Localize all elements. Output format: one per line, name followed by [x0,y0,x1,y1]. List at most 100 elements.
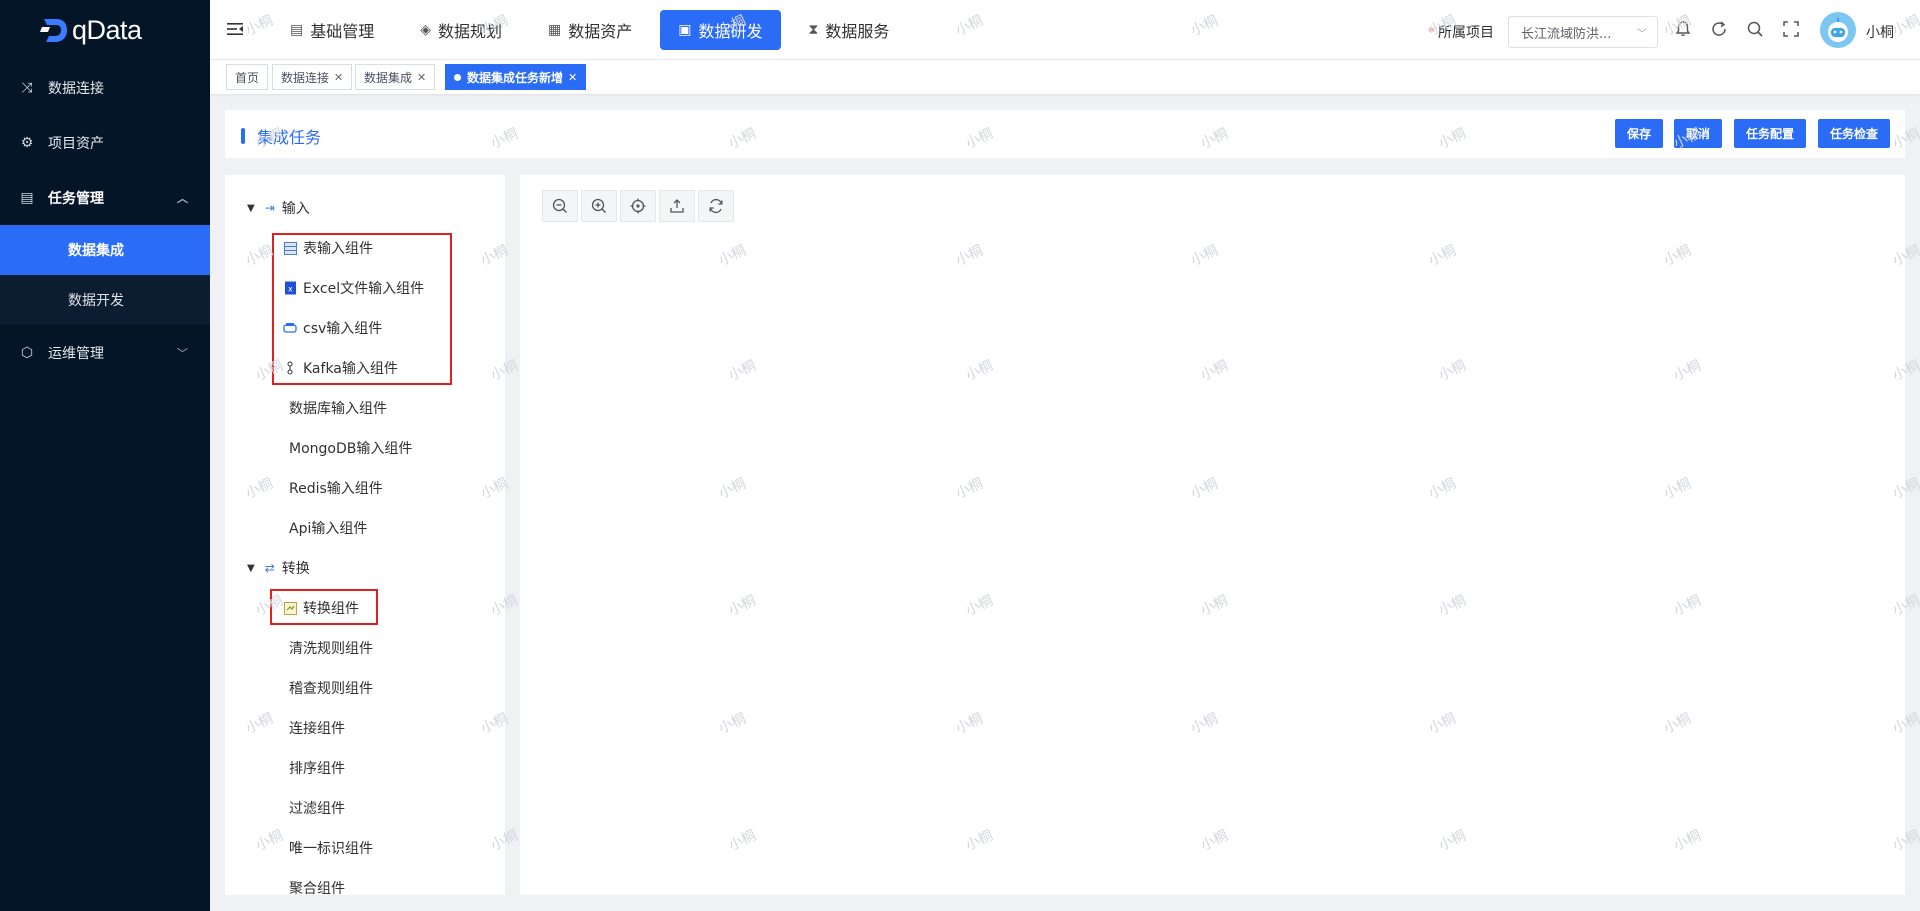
refresh-icon[interactable] [1708,18,1730,40]
refresh-button[interactable] [698,190,734,222]
tree-item-database-input[interactable]: 数据库输入组件 [289,388,387,428]
avatar[interactable] [1820,12,1856,48]
caret-down-icon: ▼ [247,562,255,574]
tree-item-cleaning-rules[interactable]: 清洗规则组件 [289,628,373,668]
logo[interactable]: qData [0,0,210,60]
tree-item-aggregate[interactable]: 聚合组件 [289,868,345,895]
canvas-toolbar [542,190,734,222]
tab-integration-task-new[interactable]: 数据集成任务新增 ✕ [445,64,587,90]
logo-d-icon [40,19,67,42]
zoom-in-button[interactable] [581,190,617,222]
tree-item-redis-input[interactable]: Redis输入组件 [289,468,383,508]
window-icon: ▣ [678,22,692,38]
project-select-value: 长江流域防洪... [1521,26,1612,42]
menu-fold-icon[interactable] [226,20,244,38]
chevron-down-icon: ﹀ [1637,29,1647,40]
avatar-robot-icon [1828,18,1848,42]
zoom-out-button[interactable] [542,190,578,222]
logo-text: qData [72,14,142,45]
close-icon[interactable]: ✕ [334,71,343,84]
tree-item-filter[interactable]: 过滤组件 [289,788,345,828]
locate-button[interactable] [620,190,656,222]
topnav-label: 数据规划 [438,22,503,41]
required-mark: * [1428,25,1435,41]
export-button[interactable] [659,190,695,222]
topnav-label: 基础管理 [310,22,375,41]
sidebar-item-project-assets[interactable]: ⚙ 项目资产 [0,115,210,170]
save-button[interactable]: 保存 [1615,119,1663,148]
cube-icon: ⬡ [20,344,34,361]
tab-label: 数据连接 [281,70,330,85]
zoom-in-icon [591,198,606,213]
sidebar: qData ⤨ 数据连接 ⚙ 项目资产 ▤ 任务管理 ︿ 数据集成 数据开发 ⬡… [0,0,210,911]
project-label: * 所属项目 [1428,22,1494,42]
assets-icon: ▦ [548,22,562,38]
locate-icon [630,198,646,214]
task-check-button[interactable]: 任务检查 [1818,119,1890,148]
task-header: 集成任务 保存 取消 任务配置 任务检查 [225,110,1905,158]
tree-group-input[interactable]: ▼ ⇥ 输入 [247,188,310,228]
project-select[interactable]: 长江流域防洪... ﹀ [1508,16,1658,48]
bell-icon[interactable] [1672,18,1694,40]
close-icon[interactable]: ✕ [417,71,426,84]
page-title-text: 集成任务 [257,128,322,147]
tree-group-label: 转换 [281,561,310,577]
page-title: 集成任务 [241,124,321,148]
flow-canvas[interactable] [520,175,1905,895]
tab-data-integration[interactable]: 数据集成 ✕ [355,64,436,90]
search-icon[interactable] [1744,18,1766,40]
sidebar-item-task-management[interactable]: ▤ 任务管理 ︿ [0,170,210,225]
tree-item-join[interactable]: 连接组件 [289,708,345,748]
project-label-text: 所属项目 [1438,25,1494,41]
chevron-down-icon: ﹀ [177,346,188,360]
export-icon [670,199,684,213]
sidebar-item-data-connection[interactable]: ⤨ 数据连接 [0,60,210,115]
sidebar-item-label: 运维管理 [48,345,104,362]
top-nav: ▤ 基础管理 ◈ 数据规划 ▦ 数据资产 ▣ 数据研发 ⧗ 数据服务 [272,10,907,50]
settings-circle-icon: ⚙ [20,134,34,151]
sidebar-subitem-data-integration[interactable]: 数据集成 [0,225,210,275]
fullscreen-icon[interactable] [1780,18,1802,40]
tab-home[interactable]: 首页 [226,64,269,90]
sidebar-item-label: 数据连接 [48,80,104,97]
topnav-data-development[interactable]: ▣ 数据研发 [660,10,781,50]
username[interactable]: 小桐 [1866,22,1894,42]
sidebar-item-label: 任务管理 [48,190,104,207]
task-config-button[interactable]: 任务配置 [1734,119,1806,148]
topnav-label: 数据资产 [568,22,633,41]
topnav-data-service[interactable]: ⧗ 数据服务 [791,10,908,50]
submenu-task-management: 数据集成 数据开发 [0,225,210,325]
sidebar-item-ops-management[interactable]: ⬡ 运维管理 ﹀ [0,325,210,380]
document-icon: ▤ [20,189,34,206]
sidebar-subitem-data-development[interactable]: 数据开发 [0,275,210,325]
tree-item-unique-id[interactable]: 唯一标识组件 [289,828,373,868]
list-icon: ▤ [290,22,304,38]
topnav-label: 数据服务 [825,22,890,41]
zoom-out-icon [552,198,567,213]
tab-label: 首页 [235,70,260,85]
tree-item-mongodb-input[interactable]: MongoDB输入组件 [289,428,412,468]
highlight-box-transform [270,589,378,625]
active-dot-icon [454,73,461,81]
close-icon[interactable]: ✕ [568,71,577,84]
topnav-data-planning[interactable]: ◈ 数据规划 [402,10,520,50]
highlight-box-input [272,233,452,385]
caret-down-icon: ▼ [247,202,255,214]
topnav-data-assets[interactable]: ▦ 数据资产 [530,10,650,50]
layers-icon: ◈ [420,22,432,38]
tab-label: 数据集成任务新增 [467,70,564,85]
top-bar: ▤ 基础管理 ◈ 数据规划 ▦ 数据资产 ▣ 数据研发 ⧗ 数据服务 * 所属项目… [210,0,1920,60]
tabs-bar: 首页 数据连接 ✕ 数据集成 ✕ 数据集成任务新增 ✕ [210,60,1920,94]
tab-data-connection[interactable]: 数据连接 ✕ [272,64,353,90]
tree-item-sort[interactable]: 排序组件 [289,748,345,788]
tree-item-audit-rules[interactable]: 稽查规则组件 [289,668,373,708]
shuffle-icon: ⤨ [21,79,33,96]
tree-group-label: 输入 [281,201,310,217]
tree-group-transform[interactable]: ▼ ⇄ 转换 [247,548,310,588]
tree-item-api-input[interactable]: Api输入组件 [289,508,367,548]
chevron-up-icon: ︿ [177,191,188,205]
topnav-basic-management[interactable]: ▤ 基础管理 [272,10,392,50]
input-icon: ⇥ [264,201,275,215]
title-accent-bar [241,128,245,144]
cancel-button[interactable]: 取消 [1674,119,1722,148]
